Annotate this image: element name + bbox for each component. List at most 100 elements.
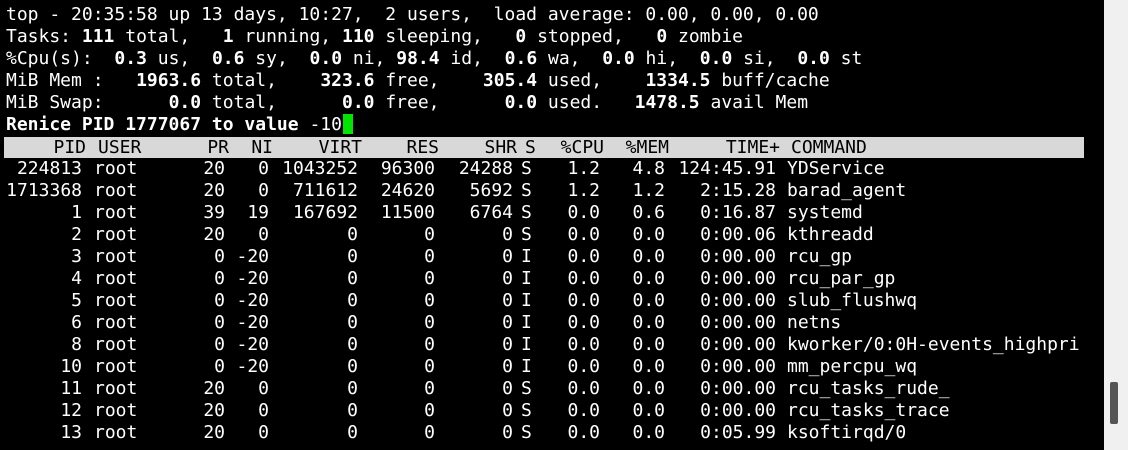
mem-free: 323.6 (320, 70, 375, 91)
renice-prompt[interactable]: Renice PID 1777067 to value -10 (6, 114, 353, 136)
process-table-header: PID USER PR NI VIRT RES SHR S %CPU %MEM … (4, 137, 1084, 158)
cell-pid: 5 (71, 290, 82, 311)
cell-command: ksoftirqd/0 (787, 422, 907, 443)
cell-time: 2:15.28 (700, 180, 776, 201)
renice-input[interactable]: -10 (309, 114, 342, 135)
cell-s: I (521, 290, 532, 311)
table-row[interactable]: 1713368 root 20 0 711612 24620 5692 S 1.… (0, 180, 1084, 202)
cell-time: 0:00.00 (700, 378, 776, 399)
cell-shr: 0 (502, 224, 513, 245)
renice-prompt-label: Renice PID 1777067 to value (6, 114, 310, 135)
cell-shr: 6764 (469, 202, 513, 223)
cell-time: 0:00.00 (700, 268, 776, 289)
cell-s: S (521, 422, 532, 443)
mem-used: 305.4 (482, 70, 538, 91)
tasks-zombie-label: zombie (667, 26, 744, 47)
col-shr[interactable]: SHR (449, 137, 517, 159)
col-ni[interactable]: NI (236, 137, 273, 159)
table-row[interactable]: 6 root 0 -20 0 0 0 I 0.0 0.0 0:00.00 net… (0, 312, 1084, 334)
cell-ni: -20 (236, 334, 269, 355)
cpu-si-label: si, (732, 48, 776, 69)
cell-mem: 1.2 (632, 180, 665, 201)
cell-shr: 0 (502, 290, 513, 311)
table-row[interactable]: 13 root 20 0 0 0 0 S 0.0 0.0 0:05.99 kso… (0, 422, 1084, 444)
cell-mem: 0.0 (632, 378, 665, 399)
scrollbar-thumb[interactable] (1110, 382, 1118, 424)
table-row[interactable]: 8 root 0 -20 0 0 0 I 0.0 0.0 0:00.00 kwo… (0, 334, 1084, 356)
cell-mem: 0.0 (632, 356, 665, 377)
table-row[interactable]: 3 root 0 -20 0 0 0 I 0.0 0.0 0:00.00 rcu… (0, 246, 1084, 268)
cell-command: systemd (787, 202, 863, 223)
cpu-ni: 0.0 (309, 48, 343, 69)
table-row[interactable]: 5 root 0 -20 0 0 0 I 0.0 0.0 0:00.00 slu… (0, 290, 1084, 312)
swap-free-label: free, (374, 92, 440, 113)
col-command[interactable]: COMMAND (791, 137, 1091, 159)
cell-ni: 0 (258, 224, 269, 245)
table-row[interactable]: 12 root 20 0 0 0 0 S 0.0 0.0 0:00.00 rcu… (0, 400, 1084, 422)
cell-ni: -20 (236, 246, 269, 267)
cell-time: 0:00.06 (700, 224, 776, 245)
cell-res: 0 (424, 224, 435, 245)
col-virt[interactable]: VIRT (280, 137, 362, 159)
cell-virt: 0 (347, 224, 358, 245)
col-pr[interactable]: PR (194, 137, 229, 159)
col-pid[interactable]: PID (4, 137, 86, 159)
cell-res: 0 (424, 312, 435, 333)
cell-pr: 20 (203, 158, 225, 179)
cell-time: 0:00.00 (700, 356, 776, 377)
col-user[interactable]: USER (98, 137, 168, 159)
cell-res: 0 (424, 356, 435, 377)
cell-s: I (521, 246, 532, 267)
cell-command: rcu_tasks_rude_ (787, 378, 950, 399)
cpu-id-label: id, (439, 48, 483, 69)
cell-res: 0 (424, 422, 435, 443)
cell-shr: 24288 (458, 158, 513, 179)
cell-user: root (94, 202, 138, 223)
cell-pr: 0 (214, 290, 225, 311)
cell-time: 124:45.91 (678, 158, 776, 179)
cell-cpu: 1.2 (567, 158, 600, 179)
cpu-us-label: us, (146, 48, 191, 69)
cell-user: root (94, 158, 138, 179)
terminal-window[interactable]: top - 20:35:58 up 13 days, 10:27, 2 user… (0, 0, 1084, 450)
cell-pr: 20 (203, 422, 225, 443)
cell-res: 0 (424, 400, 435, 421)
table-row[interactable]: 2 root 20 0 0 0 0 S 0.0 0.0 0:00.06 kthr… (0, 224, 1084, 246)
cell-pr: 0 (214, 312, 225, 333)
cell-ni: -20 (236, 312, 269, 333)
mem-total: 1963.6 (136, 70, 202, 91)
cell-virt: 167692 (292, 202, 358, 223)
cpu-hi: 0.0 (602, 48, 635, 69)
cell-ni: -20 (236, 356, 269, 377)
table-row[interactable]: 10 root 0 -20 0 0 0 I 0.0 0.0 0:00.00 mm… (0, 356, 1084, 378)
swap-total: 0.0 (168, 92, 202, 113)
tasks-total-label: total, (114, 26, 191, 47)
table-row[interactable]: 11 root 20 0 0 0 0 S 0.0 0.0 0:00.00 rcu… (0, 378, 1084, 400)
cell-command: kthreadd (787, 224, 874, 245)
cell-res: 24620 (380, 180, 435, 201)
table-row[interactable]: 4 root 0 -20 0 0 0 I 0.0 0.0 0:00.00 rcu… (0, 268, 1084, 290)
cell-command: rcu_par_gp (787, 268, 896, 289)
cell-virt: 0 (347, 378, 358, 399)
cell-ni: 0 (258, 400, 269, 421)
tasks-sleeping-label: sleeping, (374, 26, 483, 47)
text-cursor (342, 114, 353, 134)
cell-pid: 13 (60, 422, 82, 443)
cell-s: S (521, 400, 532, 421)
table-row[interactable]: 224813 root 20 0 1043252 96300 24288 S 1… (0, 158, 1084, 180)
cell-user: root (94, 290, 138, 311)
cell-virt: 0 (347, 268, 358, 289)
cell-res: 11500 (380, 202, 435, 223)
cell-mem: 0.6 (632, 202, 665, 223)
cell-pr: 20 (203, 224, 225, 245)
col-res[interactable]: RES (374, 137, 439, 159)
col-time[interactable]: TIME+ (676, 137, 780, 159)
cell-virt: 0 (347, 422, 358, 443)
col-cpu[interactable]: %CPU (552, 137, 604, 159)
cell-cpu: 0.0 (567, 378, 600, 399)
cell-user: root (94, 312, 138, 333)
cell-pid: 1713368 (6, 180, 82, 201)
col-mem[interactable]: %MEM (616, 137, 669, 159)
table-row[interactable]: 1 root 39 19 167692 11500 6764 S 0.0 0.6… (0, 202, 1084, 224)
col-s[interactable]: S (525, 137, 541, 159)
